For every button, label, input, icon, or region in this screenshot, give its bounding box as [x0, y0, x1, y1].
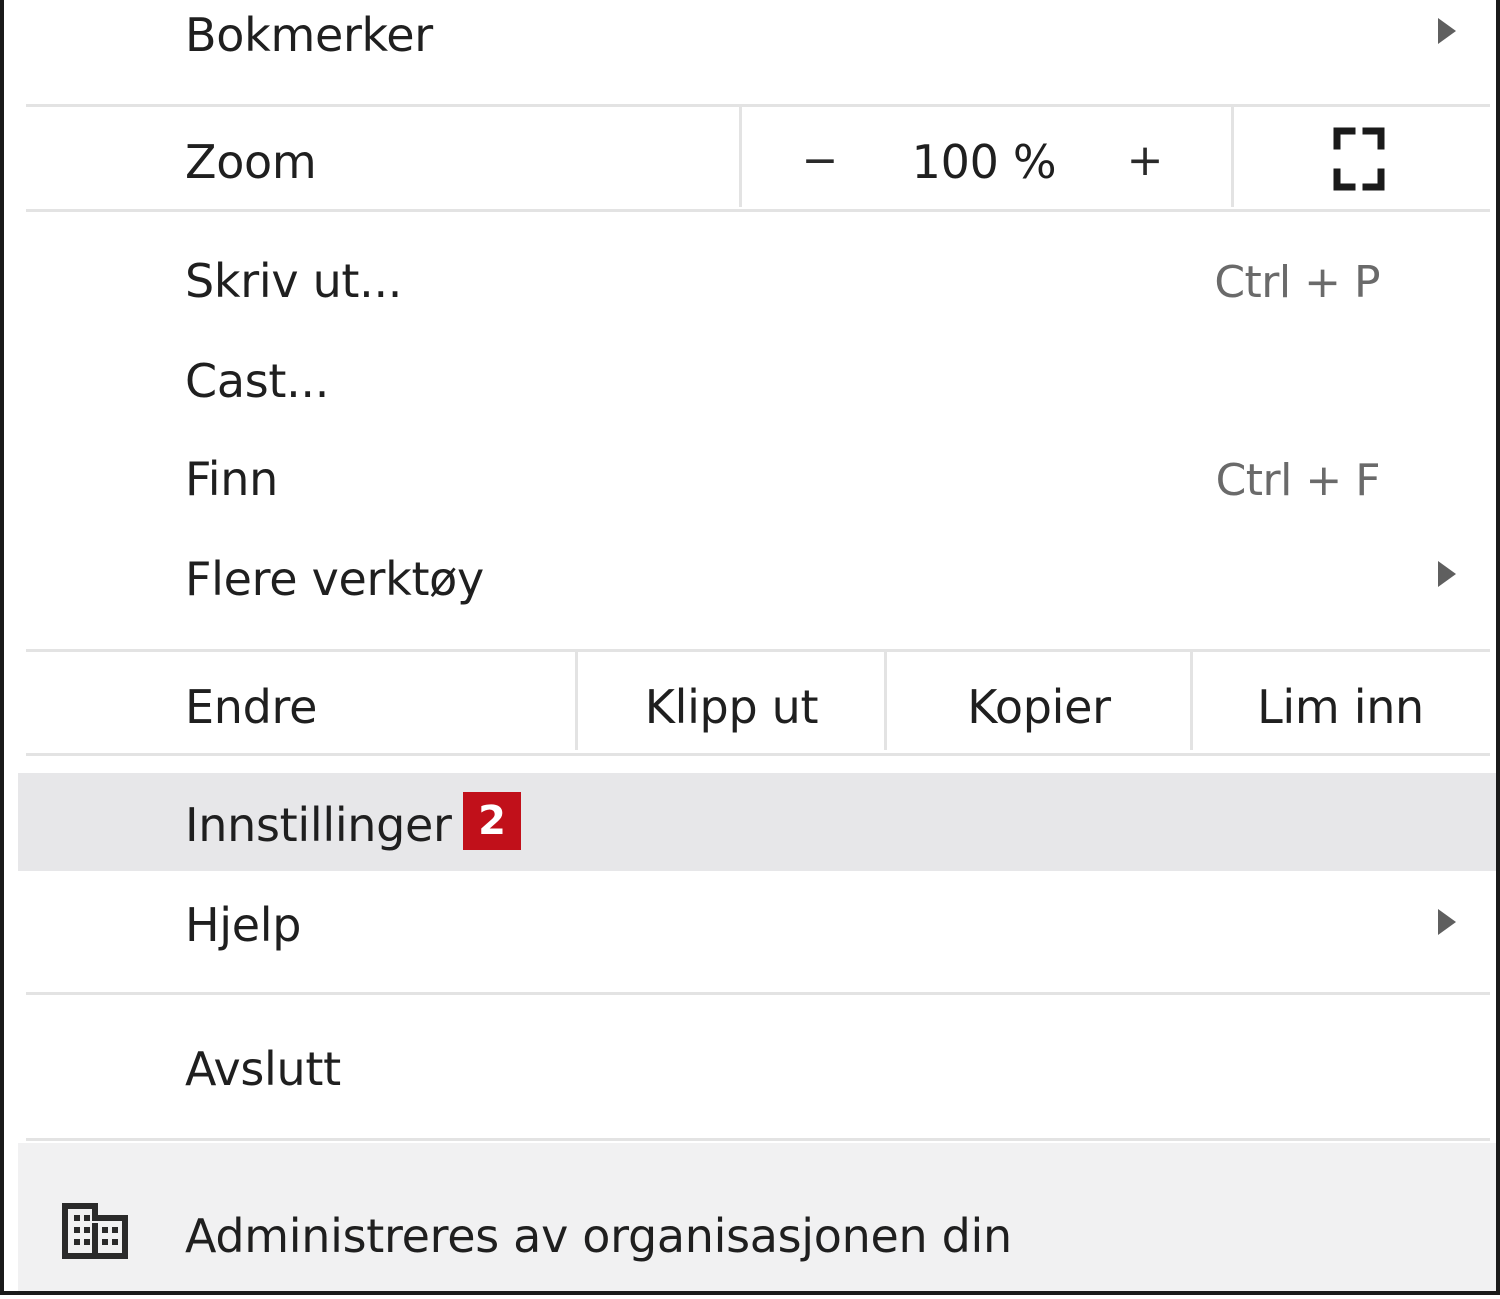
divider — [26, 992, 1490, 995]
zoom-out-button[interactable]: − — [790, 135, 850, 186]
fullscreen-icon — [1333, 127, 1385, 191]
building-icon — [62, 1203, 128, 1259]
divider — [26, 209, 1490, 212]
menu-item-cast[interactable]: Cast... — [4, 332, 1496, 430]
menu-item-label: Bokmerker — [185, 8, 433, 62]
submenu-arrow-icon — [1438, 18, 1456, 44]
edit-label: Endre — [185, 680, 318, 734]
cut-button[interactable]: Klipp ut — [578, 680, 885, 734]
submenu-arrow-icon — [1438, 561, 1456, 587]
divider — [739, 107, 742, 207]
zoom-label: Zoom — [185, 135, 317, 189]
menu-item-label: Avslutt — [185, 1042, 341, 1096]
menu-item-more-tools[interactable]: Flere verktøy — [4, 530, 1496, 628]
paste-button[interactable]: Lim inn — [1193, 680, 1488, 734]
copy-button[interactable]: Kopier — [887, 680, 1191, 734]
divider — [1231, 107, 1234, 207]
menu-item-label: Cast... — [185, 354, 330, 408]
menu-item-find[interactable]: Finn Ctrl + F — [4, 430, 1496, 528]
submenu-arrow-icon — [1438, 909, 1456, 935]
zoom-level: 100 % — [911, 135, 1057, 189]
divider — [26, 753, 1490, 756]
menu-item-label: Hjelp — [185, 898, 302, 952]
notification-badge: 2 — [463, 792, 521, 850]
zoom-in-button[interactable]: + — [1115, 135, 1175, 186]
menu-item-label: Skriv ut... — [185, 254, 403, 308]
managed-by-org[interactable]: Administreres av organisasjonen din — [18, 1143, 1496, 1291]
fullscreen-button[interactable] — [1304, 119, 1414, 199]
divider — [26, 1138, 1490, 1141]
menu-item-label: Flere verktøy — [185, 552, 484, 606]
menu-item-bookmarks[interactable]: Bokmerker — [4, 0, 1496, 95]
zoom-row: Zoom − 100 % + — [4, 107, 1496, 210]
menu-item-print[interactable]: Skriv ut... Ctrl + P — [4, 232, 1496, 330]
menu-item-label: Innstillinger — [185, 798, 452, 852]
menu-item-help[interactable]: Hjelp — [4, 876, 1496, 974]
app-menu: Bokmerker Zoom − 100 % + Skriv ut... Ctr… — [0, 0, 1500, 1295]
edit-row: Endre Klipp ut Kopier Lim inn — [4, 652, 1496, 753]
shortcut-label: Ctrl + P — [1214, 257, 1380, 308]
menu-item-label: Finn — [185, 452, 279, 506]
menu-item-exit[interactable]: Avslutt — [4, 1018, 1496, 1118]
shortcut-label: Ctrl + F — [1215, 455, 1381, 506]
managed-label: Administreres av organisasjonen din — [185, 1209, 1012, 1263]
